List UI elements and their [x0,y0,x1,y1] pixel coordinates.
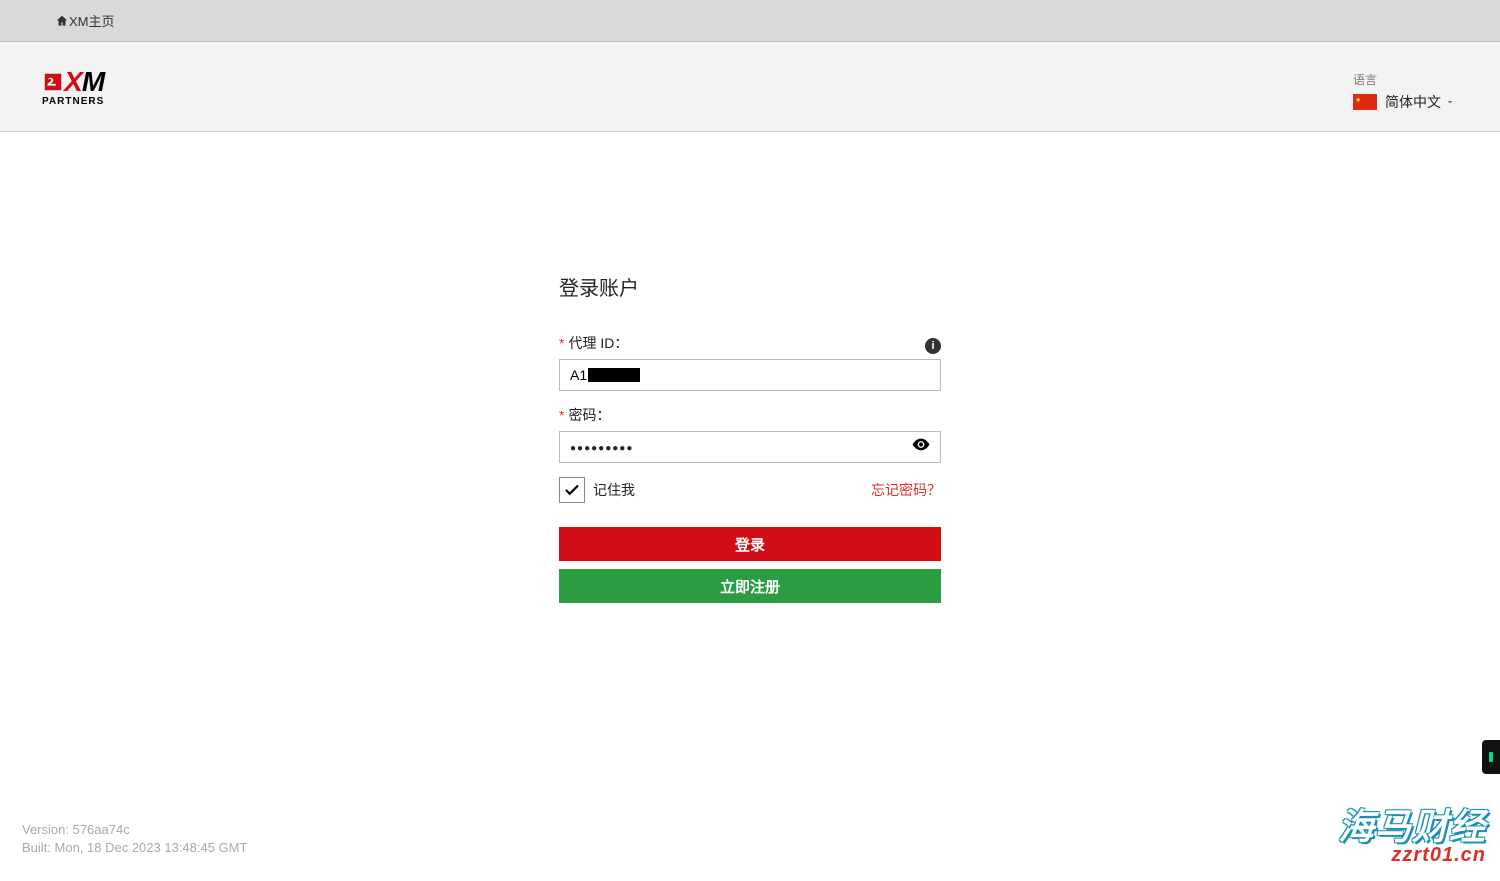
side-tab-icon [1489,752,1493,762]
header: XM PARTNERS 语言 简体中文 [0,42,1500,132]
main-content: 登录账户 *代理 ID： i A1 *密码： ●●●●●●●●● [0,132,1500,611]
side-tab[interactable] [1482,740,1500,774]
login-button[interactable]: 登录 [559,527,941,561]
logo-text: XM [64,66,104,98]
login-form: 登录账户 *代理 ID： i A1 *密码： ●●●●●●●●● [559,272,941,611]
language-selector[interactable]: 简体中文 [1353,92,1455,112]
logo-icon [42,71,64,93]
remember-row: 记住我 忘记密码？ [559,477,941,503]
top-bar: XM主页 [0,0,1500,42]
logo: XM PARTNERS [42,66,104,107]
language-label: 语言 [1353,71,1455,88]
flag-china-icon [1353,94,1377,110]
redacted-portion [588,368,640,382]
form-title: 登录账户 [559,272,941,301]
watermark: 海马财经 zzrt01.cn [1338,798,1486,867]
logo-subtext: PARTNERS [42,96,104,107]
home-icon [55,14,69,28]
password-input[interactable]: ●●●●●●●●● [559,431,941,463]
version-text: Version: 576aa74c [22,821,247,839]
remember-checkbox[interactable] [559,477,585,503]
password-field: *密码： ●●●●●●●●● [559,405,941,463]
agent-id-field: *代理 ID： i A1 [559,333,941,391]
chevron-down-icon [1445,97,1455,107]
register-button[interactable]: 立即注册 [559,569,941,603]
agent-id-input[interactable]: A1 [559,359,941,391]
info-icon[interactable]: i [925,338,941,354]
build-text: Built: Mon, 18 Dec 2023 13:48:45 GMT [22,839,247,857]
home-link[interactable]: XM主页 [55,11,115,30]
check-icon [563,481,581,499]
language-name: 简体中文 [1385,92,1441,112]
password-label: *密码： [559,405,941,425]
forgot-password-link[interactable]: 忘记密码？ [871,480,941,500]
home-link-label: XM主页 [69,11,115,30]
language-section: 语言 简体中文 [1353,71,1455,112]
footer-info: Version: 576aa74c Built: Mon, 18 Dec 202… [22,821,247,857]
watermark-main: 海马财经 [1338,798,1486,850]
eye-icon[interactable] [911,435,931,460]
agent-id-label: *代理 ID： [559,333,628,353]
remember-label: 记住我 [593,480,635,500]
